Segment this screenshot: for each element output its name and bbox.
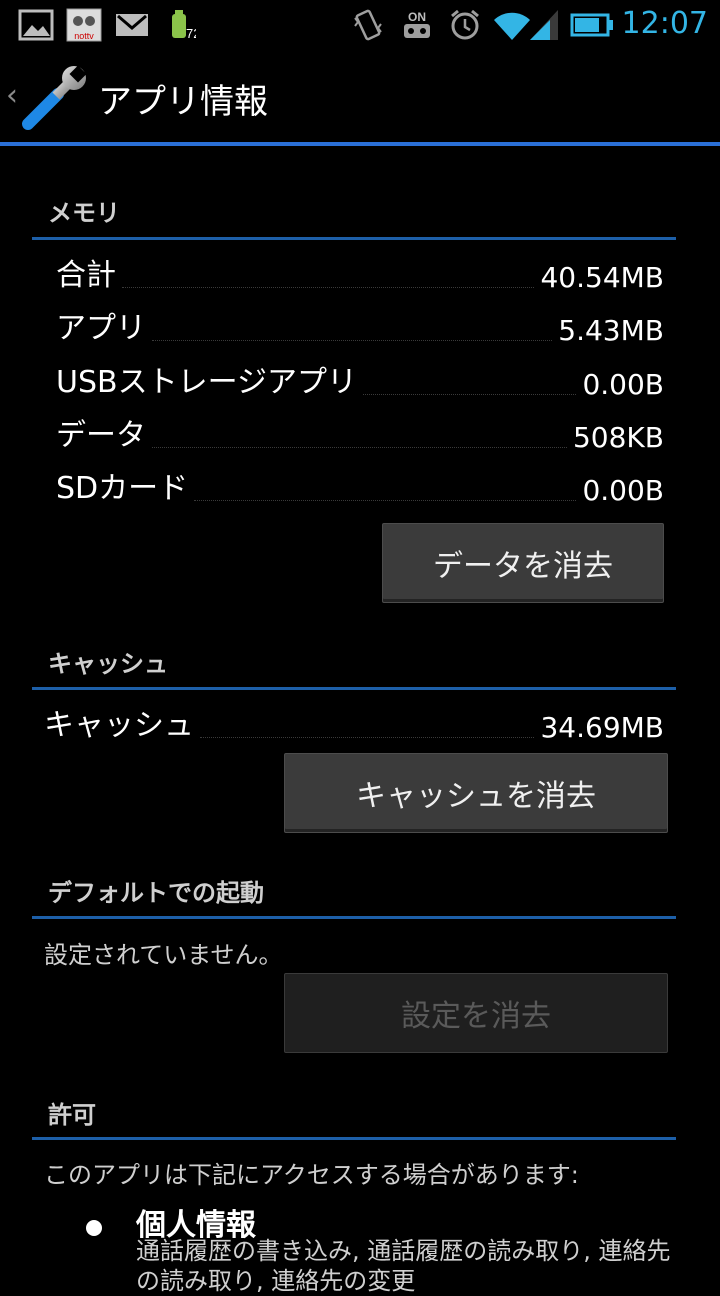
storage-label: 合計	[56, 258, 116, 293]
wrench-icon[interactable]	[22, 66, 90, 130]
cache-row: キャッシュ 34.69MB	[44, 704, 664, 744]
battery-icon	[570, 13, 613, 37]
dotted-leader	[362, 394, 577, 395]
clear-cache-button[interactable]: キャッシュを消去	[284, 753, 668, 833]
storage-row-sd-card: SDカード 0.00B	[56, 467, 664, 507]
storage-label: USBストレージアプリ	[56, 365, 357, 400]
dotted-leader	[152, 340, 553, 341]
permissions-intro: このアプリは下記にアクセスする場合があります:	[44, 1161, 579, 1189]
storage-value: 0.00B	[582, 474, 664, 507]
section-divider-cache	[32, 687, 676, 690]
signal-icon	[530, 10, 558, 40]
on-icon: ON	[404, 10, 430, 38]
bullet-icon	[86, 1220, 102, 1236]
clear-defaults-button[interactable]: 設定を消去	[284, 973, 668, 1053]
storage-row-usb-app: USBストレージアプリ 0.00B	[56, 361, 664, 401]
action-bar: ‹ アプリ情報	[0, 50, 720, 144]
dotted-leader	[200, 737, 535, 738]
defaults-status-text: 設定されていません。	[44, 941, 283, 969]
android-update-icon: 72	[172, 10, 196, 41]
wifi-icon	[494, 12, 530, 41]
clock: 12:07	[621, 6, 708, 41]
dotted-leader	[194, 500, 577, 501]
section-header-permissions: 許可	[48, 1101, 96, 1129]
nottv-icon: nottv	[66, 8, 102, 42]
status-bar: nottv 72 ON 12:07	[0, 0, 720, 50]
page-title: アプリ情報	[98, 82, 268, 122]
section-header-cache: キャッシュ	[48, 650, 168, 678]
image-icon	[18, 9, 54, 41]
alarm-icon	[451, 9, 479, 40]
storage-row-data: データ 508KB	[56, 414, 664, 454]
battery-badge: 72	[186, 26, 196, 41]
vibrate-icon	[354, 9, 382, 41]
nottv-label: nottv	[74, 31, 94, 41]
storage-label: SDカード	[56, 471, 189, 506]
on-label: ON	[408, 10, 426, 24]
storage-value: 40.54MB	[540, 261, 664, 294]
storage-label: データ	[56, 418, 146, 453]
section-header-defaults: デフォルトでの起動	[48, 879, 264, 907]
section-divider-permissions	[32, 1137, 676, 1140]
section-divider-defaults	[32, 916, 676, 919]
section-header-memory: メモリ	[48, 199, 120, 227]
storage-value: 5.43MB	[558, 314, 664, 347]
cache-value: 34.69MB	[540, 711, 664, 744]
permission-group-desc: 通話履歴の書き込み, 通話履歴の読み取り, 連絡先の読み取り, 連絡先の変更	[136, 1237, 671, 1295]
storage-row-total: 合計 40.54MB	[56, 254, 664, 294]
storage-value: 0.00B	[582, 368, 664, 401]
storage-value: 508KB	[572, 421, 664, 454]
dotted-leader	[122, 287, 535, 288]
action-bar-divider	[0, 142, 720, 146]
cache-label: キャッシュ	[44, 708, 194, 743]
clear-data-button[interactable]: データを消去	[382, 523, 664, 603]
section-divider-memory	[32, 237, 676, 240]
storage-row-app: アプリ 5.43MB	[56, 307, 664, 347]
back-chevron-icon[interactable]: ‹	[6, 78, 18, 113]
dotted-leader	[152, 447, 567, 448]
gmail-icon	[116, 14, 148, 36]
storage-label: アプリ	[56, 311, 146, 346]
